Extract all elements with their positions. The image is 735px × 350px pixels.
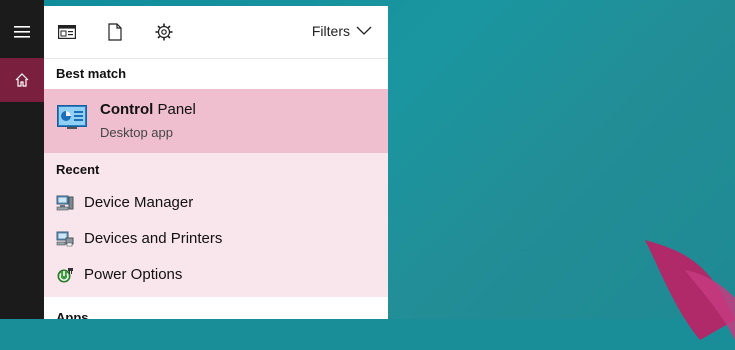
document-icon — [108, 23, 122, 41]
hamburger-menu-button[interactable] — [0, 10, 44, 54]
recent-item-devices-and-printers[interactable]: Devices and Printers — [44, 221, 388, 257]
recent-item-label: Power Options — [84, 266, 183, 283]
filters-dropdown[interactable]: Filters — [312, 23, 372, 39]
apps-heading: Apps — [44, 298, 388, 319]
apps-view-icon — [58, 25, 76, 39]
start-rail — [0, 0, 44, 319]
recent-heading: Recent — [44, 153, 388, 185]
recent-item-power-options[interactable]: Power Options — [44, 257, 388, 293]
home-button[interactable] — [0, 58, 44, 102]
search-results-panel: Filters Best match Control Panel Desktop… — [44, 6, 388, 319]
recent-item-label: Device Manager — [84, 194, 194, 211]
search-toolbar: Filters — [44, 6, 388, 59]
wallpaper-leaf-shape — [645, 240, 735, 340]
apps-view-button[interactable] — [57, 22, 77, 42]
recent-item-label: Devices and Printers — [84, 230, 223, 247]
power-options-icon — [57, 268, 73, 283]
best-match-title-bold: Control — [100, 101, 154, 118]
best-match-result-control-panel[interactable]: Control Panel Desktop app — [44, 89, 388, 153]
best-match-heading: Best match — [44, 59, 388, 89]
best-match-title-rest: Panel — [153, 101, 196, 118]
settings-button[interactable] — [154, 22, 174, 42]
filters-label: Filters — [311, 23, 350, 39]
hamburger-icon — [14, 26, 30, 38]
recent-item-device-manager[interactable]: Device Manager — [44, 185, 388, 221]
devices-printers-icon — [56, 231, 74, 247]
control-panel-icon — [57, 105, 87, 129]
settings-gear-icon — [155, 23, 173, 41]
best-match-title: Control Panel — [100, 101, 196, 118]
device-manager-icon — [56, 195, 74, 211]
documents-button[interactable] — [105, 22, 125, 42]
chevron-down-icon — [356, 26, 372, 35]
best-match-subtitle: Desktop app — [100, 125, 173, 140]
home-icon — [15, 73, 29, 87]
